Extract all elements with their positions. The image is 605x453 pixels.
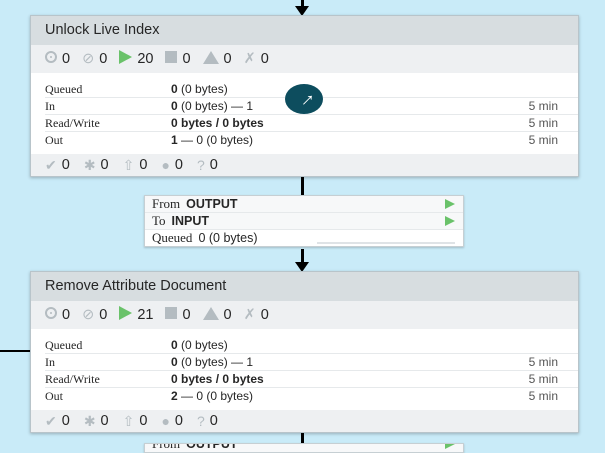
metric-row-out: Out 2 — 0 (0 bytes) 5 min <box>45 389 558 403</box>
asterisk-icon: ✱ <box>83 412 96 429</box>
stopped-icon: ⊘ <box>82 307 95 323</box>
error-icon: ● <box>161 157 170 173</box>
connection-to: To INPUT <box>145 213 463 230</box>
error-icon: ● <box>161 413 170 429</box>
check-icon: ✔ <box>45 412 57 429</box>
upload-icon: ⇧ <box>122 156 135 173</box>
play-icon <box>445 216 455 226</box>
processor-title: Remove Attribute Document <box>31 272 578 301</box>
processor-bottom-row: ✔ 0 ✱ 0 ⇧ 0 ● 0 ? 0 <box>31 410 578 432</box>
metric-row-in: In 0 (0 bytes) — 1 5 min <box>45 354 578 371</box>
connection-from: From OUTPUT <box>145 196 463 213</box>
connection-from: From OUTPUT <box>145 444 463 452</box>
cursor-icon: → <box>285 83 323 114</box>
connector-line-mid-2 <box>301 249 304 263</box>
processor-remove-attribute-document[interactable]: Remove Attribute Document 0 ⊘ 0 21 0 0 ✗ 0… <box>30 271 579 433</box>
processor-status-row: 0 ⊘ 0 20 0 0 ✗ 0 <box>31 45 578 73</box>
upload-icon: ⇧ <box>122 412 135 429</box>
not-transmitting-icon: ✗ <box>243 307 256 323</box>
processor-status-row: 0 ⊘ 0 21 0 0 ✗ 0 <box>31 301 578 329</box>
metric-row-read-write: Read/Write 0 bytes / 0 bytes 5 min <box>45 371 578 388</box>
stop-square-icon <box>165 51 178 63</box>
running-icon <box>45 307 57 319</box>
connector-line-left <box>0 350 31 352</box>
not-transmitting-icon: ✗ <box>243 51 256 67</box>
connection-queued: Queued 0 (0 bytes) <box>145 230 463 246</box>
processor-title: Unlock Live Index <box>31 16 578 45</box>
warning-icon <box>202 50 219 64</box>
running-icon <box>45 51 57 63</box>
queue-progress-bar <box>317 242 455 244</box>
processor-metrics: Queued 0 (0 bytes) In 0 (0 bytes) — 1 5 … <box>31 329 578 410</box>
play-icon <box>119 306 133 320</box>
stop-square-icon <box>165 307 178 319</box>
check-icon: ✔ <box>45 156 57 173</box>
metric-row-out: Out 1 — 0 (0 bytes) 5 min <box>45 133 558 147</box>
asterisk-icon: ✱ <box>83 156 96 173</box>
question-icon: ? <box>196 413 205 429</box>
play-icon <box>445 199 455 209</box>
connection-label[interactable]: From OUTPUT To INPUT Queued 0 (0 bytes) <box>144 195 464 247</box>
metric-row-read-write: Read/Write 0 bytes / 0 bytes 5 min <box>45 115 578 132</box>
play-icon <box>445 444 455 449</box>
metric-row-queued: Queued 0 (0 bytes) <box>45 337 578 354</box>
play-icon <box>119 50 133 64</box>
stopped-icon: ⊘ <box>82 51 95 67</box>
connection-label-2[interactable]: From OUTPUT <box>144 443 464 453</box>
question-icon: ? <box>196 157 205 173</box>
processor-bottom-row: ✔ 0 ✱ 0 ⇧ 0 ● 0 ? 0 <box>31 154 578 176</box>
warning-icon <box>202 306 219 320</box>
